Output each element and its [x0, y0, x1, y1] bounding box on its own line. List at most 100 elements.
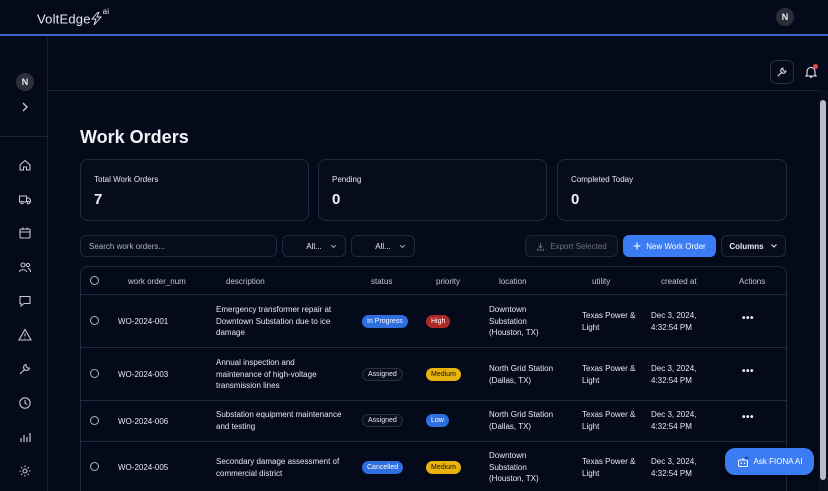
- column-header-location[interactable]: location: [499, 277, 527, 286]
- stat-value: 7: [94, 191, 103, 208]
- row-actions-menu[interactable]: •••: [742, 313, 754, 324]
- priority-badge: Medium: [426, 368, 461, 381]
- new-work-order-button[interactable]: New Work Order: [623, 235, 716, 257]
- columns-label: Columns: [729, 241, 764, 251]
- table-row[interactable]: WO-2024-003 Annual inspection and mainte…: [81, 348, 786, 401]
- bolt-icon: [90, 12, 102, 26]
- top-bar: VoltEdge ai N: [0, 0, 828, 36]
- robot-icon: [737, 456, 748, 467]
- users-icon[interactable]: [18, 260, 32, 274]
- tools-button[interactable]: [770, 60, 794, 84]
- stat-label: Pending: [332, 175, 362, 184]
- priority-filter-select[interactable]: All...: [351, 235, 415, 257]
- chevron-down-icon: [331, 244, 336, 248]
- column-header-status[interactable]: status: [371, 277, 392, 286]
- work-order-location: North Grid Station (Dallas, TX): [489, 364, 554, 385]
- work-order-utility: Texas Power & Light: [582, 457, 636, 478]
- truck-icon[interactable]: [18, 192, 32, 206]
- wrench-icon[interactable]: [18, 362, 32, 376]
- work-order-num: WO-2024-006: [118, 417, 169, 426]
- table-row[interactable]: WO-2024-001 Emergency transformer repair…: [81, 295, 786, 348]
- row-actions-menu[interactable]: •••: [742, 412, 754, 423]
- row-select-radio[interactable]: [90, 462, 99, 471]
- row-select-radio[interactable]: [90, 369, 99, 378]
- status-badge: Assigned: [362, 414, 403, 427]
- chevron-right-icon[interactable]: [18, 100, 32, 114]
- priority-badge: High: [426, 315, 451, 328]
- brand-logo[interactable]: VoltEdge ai: [37, 7, 109, 27]
- export-label: Export Selected: [550, 241, 607, 251]
- select-all-radio[interactable]: [90, 276, 99, 285]
- status-badge: Assigned: [362, 368, 403, 381]
- column-header-priority[interactable]: priority: [436, 277, 460, 286]
- ask-fiona-button[interactable]: Ask FIONA AI: [725, 448, 814, 475]
- ask-fiona-label: Ask FIONA AI: [753, 457, 803, 466]
- calendar-icon[interactable]: [18, 226, 32, 240]
- priority-badge: Low: [426, 414, 449, 427]
- stat-value: 0: [332, 191, 341, 208]
- warning-icon[interactable]: [18, 328, 32, 342]
- work-orders-table: work order_num description status priori…: [80, 266, 787, 491]
- gear-icon[interactable]: [18, 464, 32, 478]
- status-filter-value: All...: [306, 241, 322, 251]
- column-header-utility[interactable]: utility: [592, 277, 610, 286]
- work-order-created: Dec 3, 2024, 4:32:54 PM: [651, 410, 697, 431]
- work-order-num: WO-2024-003: [118, 370, 169, 379]
- work-order-description: Emergency transformer repair at Downtown…: [216, 305, 332, 337]
- work-order-location: Downtown Substation (Houston, TX): [489, 305, 539, 337]
- clock-icon[interactable]: [18, 396, 32, 410]
- sidebar-divider: [0, 136, 48, 137]
- page-title: Work Orders: [80, 127, 189, 147]
- chevron-down-icon: [770, 244, 777, 248]
- chevron-down-icon: [400, 244, 405, 248]
- table-header: work order_num description status priori…: [81, 267, 786, 295]
- stat-value: 0: [571, 191, 580, 208]
- user-avatar[interactable]: N: [776, 8, 794, 26]
- column-header-num[interactable]: work order_num: [128, 277, 186, 286]
- columns-button[interactable]: Columns: [721, 235, 786, 257]
- status-badge: Cancelled: [362, 461, 404, 474]
- plus-icon: [633, 242, 641, 250]
- home-icon[interactable]: [18, 158, 32, 172]
- download-icon: [537, 242, 545, 251]
- stat-card-completed-today: Completed Today 0: [557, 159, 787, 221]
- work-order-description: Annual inspection and maintenance of hig…: [216, 358, 317, 390]
- brand-name: VoltEdge: [37, 11, 91, 27]
- row-select-radio[interactable]: [90, 316, 99, 325]
- table-row[interactable]: WO-2024-005 Secondary damage assessment …: [81, 442, 786, 491]
- work-order-utility: Texas Power & Light: [582, 410, 636, 431]
- export-selected-button[interactable]: Export Selected: [525, 235, 618, 257]
- work-order-utility: Texas Power & Light: [582, 311, 636, 332]
- stat-card-total: Total Work Orders 7: [80, 159, 309, 221]
- sidebar-avatar[interactable]: N: [16, 73, 34, 91]
- work-order-created: Dec 3, 2024, 4:32:54 PM: [651, 364, 697, 385]
- work-order-created: Dec 3, 2024, 4:32:54 PM: [651, 457, 697, 478]
- search-input[interactable]: [80, 235, 277, 257]
- stat-label: Completed Today: [571, 175, 634, 184]
- column-header-description[interactable]: description: [226, 277, 265, 286]
- wrench-icon: [777, 67, 787, 77]
- priority-filter-value: All...: [375, 241, 391, 251]
- column-header-created[interactable]: created at: [661, 277, 697, 286]
- work-order-utility: Texas Power & Light: [582, 364, 636, 385]
- work-order-num: WO-2024-005: [118, 463, 169, 472]
- status-filter-select[interactable]: All...: [282, 235, 346, 257]
- row-select-radio[interactable]: [90, 416, 99, 425]
- table-row[interactable]: WO-2024-006 Substation equipment mainten…: [81, 401, 786, 442]
- row-actions-menu[interactable]: •••: [742, 366, 754, 377]
- notification-dot: [813, 64, 818, 69]
- scrollbar-thumb[interactable]: [820, 100, 826, 480]
- sidebar: N: [0, 38, 48, 491]
- work-order-location: Downtown Substation (Houston, TX): [489, 451, 539, 483]
- chat-icon[interactable]: [18, 294, 32, 308]
- bar-chart-icon[interactable]: [18, 430, 32, 444]
- work-order-num: WO-2024-001: [118, 317, 169, 326]
- work-order-created: Dec 3, 2024, 4:32:54 PM: [651, 311, 697, 332]
- stat-label: Total Work Orders: [94, 175, 159, 184]
- brand-suffix: ai: [102, 7, 110, 16]
- work-order-location: North Grid Station (Dallas, TX): [489, 410, 554, 431]
- column-header-actions: Actions: [739, 277, 766, 286]
- work-order-description: Secondary damage assessment of commercia…: [216, 457, 340, 478]
- priority-badge: Medium: [426, 461, 461, 474]
- stat-card-pending: Pending 0: [318, 159, 547, 221]
